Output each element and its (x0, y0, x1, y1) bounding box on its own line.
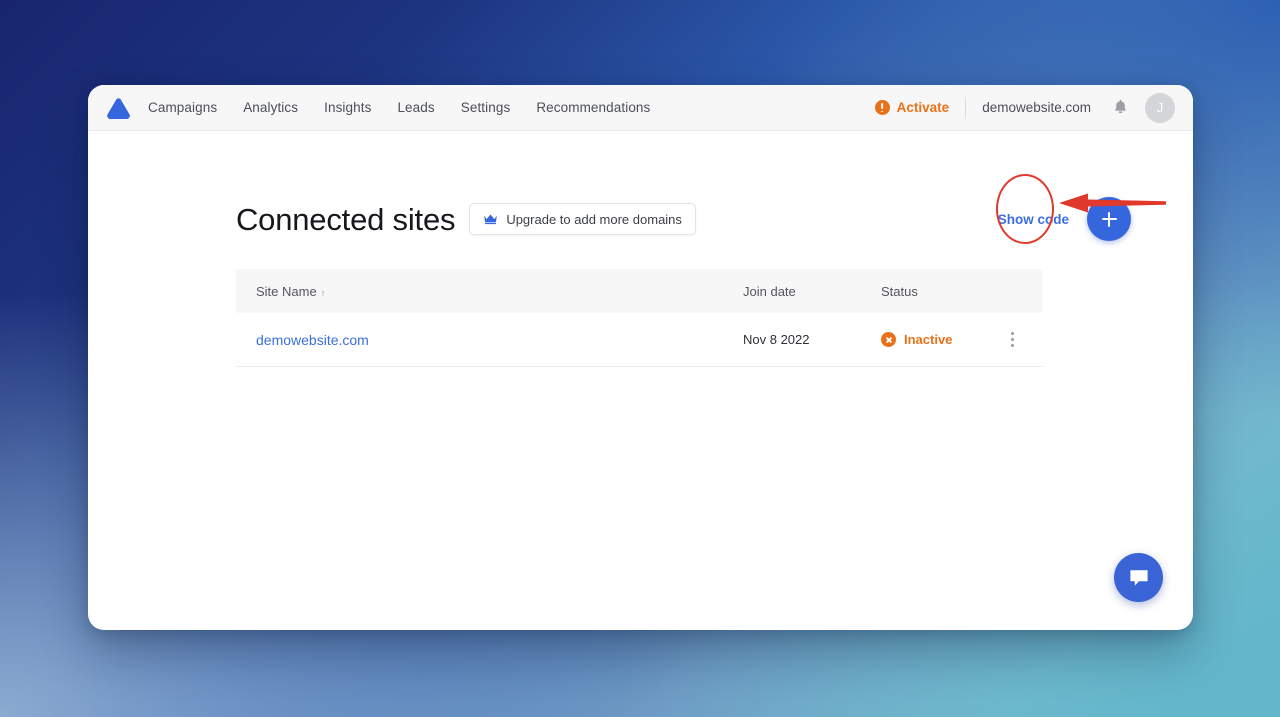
activate-button[interactable]: Activate (874, 100, 966, 115)
cell-join-date: Nov 8 2022 (743, 332, 810, 347)
nav-item-leads[interactable]: Leads (397, 100, 434, 115)
column-header-site-name[interactable]: Site Name ↑ (256, 284, 743, 299)
page-header-actions: Show code (998, 197, 1131, 241)
nav-item-recommendations[interactable]: Recommendations (536, 100, 650, 115)
status-badge: Inactive (904, 332, 953, 347)
chat-widget-button[interactable] (1114, 553, 1163, 602)
column-header-join-date[interactable]: Join date (743, 284, 881, 299)
cell-status: Inactive (881, 332, 1001, 347)
table-row[interactable]: demowebsite.com Nov 8 2022 Inactive (236, 313, 1043, 367)
column-header-status[interactable]: Status (881, 284, 1001, 299)
column-header-site-name-label: Site Name (256, 283, 317, 299)
avatar[interactable]: J (1145, 92, 1175, 123)
nav-item-insights[interactable]: Insights (324, 100, 371, 115)
crown-icon (483, 213, 498, 225)
warning-circle-icon (874, 100, 890, 115)
page-header: Connected sites Upgrade to add more doma… (236, 191, 1131, 247)
primary-nav-links: Campaigns Analytics Insights Leads Setti… (148, 100, 650, 115)
upgrade-button[interactable]: Upgrade to add more domains (469, 203, 696, 235)
chat-bubble-icon (1129, 569, 1148, 586)
activate-label: Activate (896, 100, 950, 115)
connected-sites-table: Site Name ↑ Join date Status demowebsite… (236, 269, 1043, 367)
show-code-link[interactable]: Show code (998, 212, 1069, 227)
current-site-selector[interactable]: demowebsite.com (966, 100, 1107, 115)
triangle-logo-icon[interactable] (104, 94, 132, 122)
nav-item-campaigns[interactable]: Campaigns (148, 100, 217, 115)
bell-icon[interactable] (1107, 95, 1133, 121)
x-circle-icon (881, 332, 896, 347)
cell-site-name[interactable]: demowebsite.com (256, 332, 743, 348)
app-window: Campaigns Analytics Insights Leads Setti… (88, 85, 1193, 630)
add-site-button[interactable] (1087, 197, 1131, 241)
table-header-row: Site Name ↑ Join date Status (236, 269, 1043, 313)
nav-item-analytics[interactable]: Analytics (243, 100, 298, 115)
sort-ascending-icon: ↑ (320, 287, 326, 298)
nav-item-settings[interactable]: Settings (461, 100, 511, 115)
upgrade-label: Upgrade to add more domains (506, 211, 682, 227)
top-bar-right-group: Activate demowebsite.com J (874, 92, 1175, 123)
avatar-initial: J (1156, 100, 1164, 115)
main-content: Connected sites Upgrade to add more doma… (88, 131, 1193, 630)
row-actions-menu-button[interactable] (1001, 325, 1023, 355)
top-navigation-bar: Campaigns Analytics Insights Leads Setti… (88, 85, 1193, 131)
page-title: Connected sites (236, 201, 456, 237)
